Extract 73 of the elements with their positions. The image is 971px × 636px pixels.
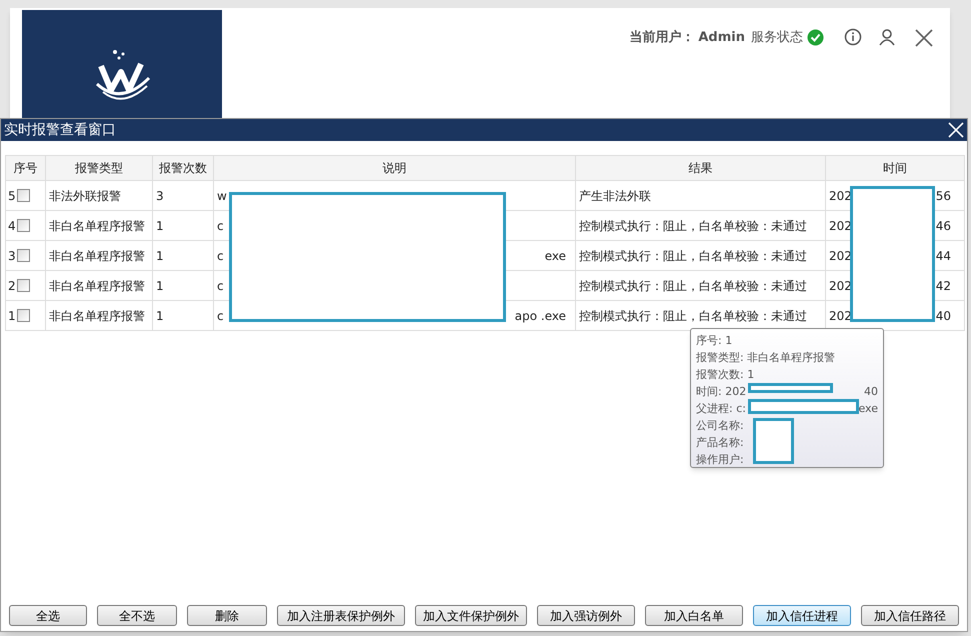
logo-icon: [93, 48, 151, 102]
service-status-label: 服务状态: [751, 29, 803, 47]
table-cell-text: c: [217, 218, 224, 234]
table-cell-text: 202: [829, 218, 852, 234]
table-cell-text: w: [217, 188, 227, 204]
row-number: 5: [8, 188, 16, 204]
action-button[interactable]: 加入信任进程: [753, 605, 851, 626]
column-header[interactable]: 说明: [382, 161, 406, 175]
table-cell-text: apo .exe: [514, 308, 566, 324]
checkbox[interactable]: [16, 189, 30, 202]
table-cell-text: 202: [829, 308, 852, 324]
table-cell-text: 202: [829, 248, 852, 264]
table-cell: 1: [156, 278, 164, 292]
table-cell-text: 202: [829, 188, 852, 204]
row-number: 4: [8, 218, 16, 234]
current-user-label: 当前用户：: [629, 28, 694, 47]
table-cell-text: 202: [829, 278, 852, 294]
tooltip-line: 公司名称:: [696, 418, 744, 434]
action-button[interactable]: 加入文件保护例外: [415, 605, 527, 626]
action-button[interactable]: 加入强访例外: [537, 605, 635, 626]
tooltip-line: 序号: 1: [696, 333, 732, 349]
table-cell: 1: [156, 308, 164, 322]
table-cell-text: exe: [544, 248, 566, 264]
table-cell-text: 46: [936, 218, 951, 234]
checkbox[interactable]: [16, 309, 30, 322]
table-cell: 控制模式执行：阻止，白名单校验：未通过: [579, 308, 807, 322]
action-button[interactable]: 加入信任路径: [861, 605, 959, 626]
table-cell-text: 56: [936, 188, 951, 204]
tooltip-line: 时间: 202: [696, 384, 746, 400]
table-cell: 1: [156, 248, 164, 262]
table-cell: 3: [156, 188, 164, 202]
table-cell: 控制模式执行：阻止，白名单校验：未通过: [579, 218, 807, 232]
table-cell: 非白名单程序报警: [49, 218, 145, 232]
table-cell-text: c: [217, 248, 224, 264]
checkbox[interactable]: [16, 219, 30, 232]
close-icon[interactable]: [914, 28, 934, 48]
table-cell: 产生非法外联: [579, 188, 651, 202]
action-button[interactable]: 全选: [9, 605, 87, 626]
column-header[interactable]: 结果: [688, 161, 712, 175]
tooltip-line: 父进程: c:: [696, 401, 746, 417]
action-button[interactable]: 全不选: [97, 605, 177, 626]
info-icon[interactable]: [844, 28, 862, 46]
table-cell: 1: [156, 218, 164, 232]
action-button[interactable]: 加入注册表保护例外: [277, 605, 405, 626]
table-cell-text: 44: [936, 248, 951, 264]
tooltip-line: 操作用户:: [696, 452, 744, 468]
row-number: 2: [8, 278, 16, 294]
tooltip-line: 报警类型: 非白名单程序报警: [696, 350, 836, 366]
table-cell-text: 40: [936, 308, 951, 324]
tooltip-line: 产品名称:: [696, 435, 744, 451]
table-cell-text: 42: [936, 278, 951, 294]
checkbox[interactable]: [16, 249, 30, 262]
checkbox[interactable]: [16, 279, 30, 292]
table-cell: 非白名单程序报警: [49, 308, 145, 322]
table-cell: 非白名单程序报警: [49, 278, 145, 292]
current-user: Admin: [698, 29, 745, 47]
row-number: 3: [8, 248, 16, 264]
table-cell: 非法外联报警: [49, 188, 121, 202]
redaction-box: [753, 418, 794, 464]
table-cell-text: c: [217, 278, 224, 294]
table-cell: 非白名单程序报警: [49, 248, 145, 262]
column-header[interactable]: 时间: [883, 161, 907, 175]
tooltip-line: 报警次数: 1: [696, 367, 754, 383]
action-button[interactable]: 加入白名单: [645, 605, 743, 626]
row-number: 1: [8, 308, 16, 324]
tooltip-line: 40: [864, 384, 878, 400]
table-cell: 控制模式执行：阻止，白名单校验：未通过: [579, 248, 807, 262]
table-cell: 控制模式执行：阻止，白名单校验：未通过: [579, 278, 807, 292]
user-icon[interactable]: [878, 28, 896, 46]
table-cell-text: c: [217, 308, 224, 324]
action-button[interactable]: 删除: [187, 605, 267, 626]
tooltip-line: exe: [858, 401, 878, 417]
dialog-title: 实时报警查看窗口: [3, 120, 116, 140]
